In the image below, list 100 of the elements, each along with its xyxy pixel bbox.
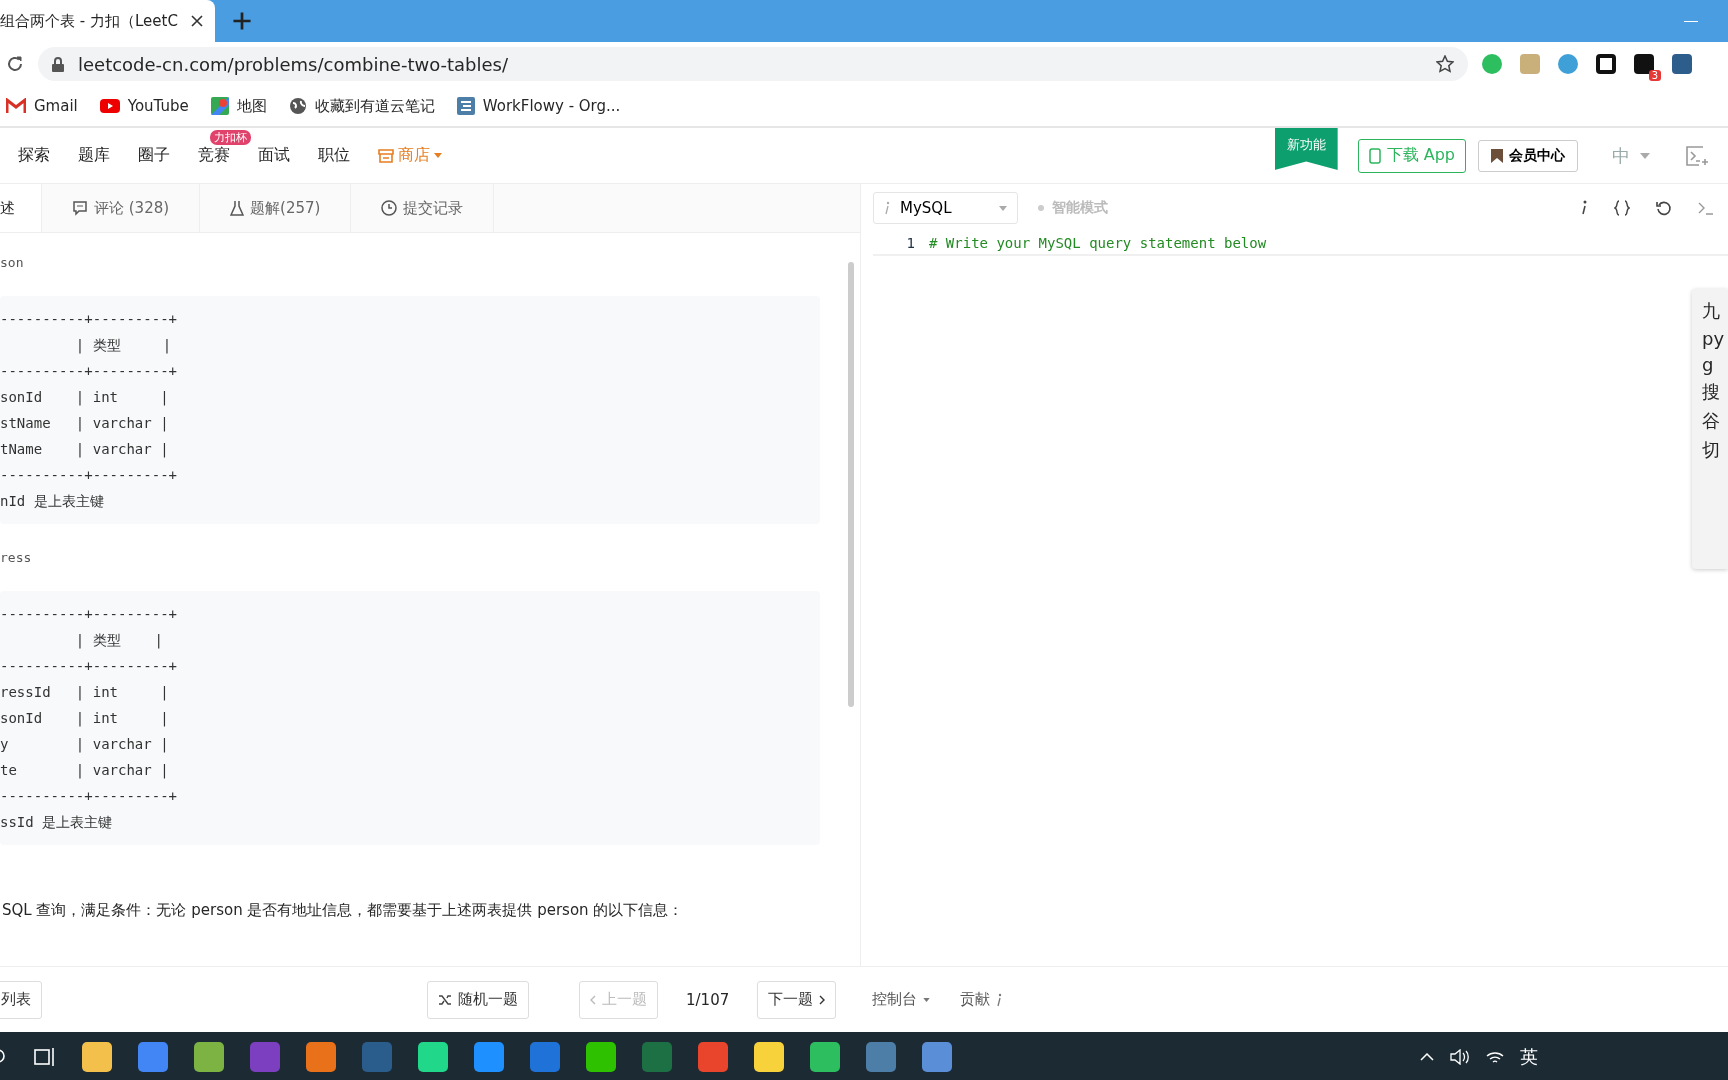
info-icon [884, 201, 890, 215]
clock-icon [381, 200, 398, 216]
bookmark-label[interactable]: 地图 [236, 96, 267, 116]
bookmark-label[interactable]: Gmail [34, 97, 78, 115]
mail-icon [6, 98, 26, 114]
problem-counter: 1/107 [686, 990, 730, 1009]
nav-link[interactable]: 题库 [78, 145, 110, 166]
app-icon[interactable] [306, 1042, 336, 1072]
app-icon[interactable] [922, 1042, 952, 1072]
phone-icon [1368, 147, 1381, 164]
terminal-icon[interactable] [1686, 145, 1710, 166]
table-name: ress [0, 550, 33, 565]
reset-icon[interactable] [1656, 200, 1672, 216]
extension-icon[interactable] [1634, 54, 1654, 74]
minimize-icon[interactable] [1684, 20, 1698, 22]
info-icon [996, 992, 1003, 1007]
app-icon[interactable] [250, 1042, 280, 1072]
panel-text: 谷 [1702, 409, 1721, 433]
app-icon[interactable] [642, 1042, 672, 1072]
shuffle-icon [438, 992, 452, 1007]
speaker-icon[interactable] [1450, 1049, 1470, 1065]
list-icon [456, 97, 475, 115]
code-line: ----------+---------+ [0, 362, 178, 381]
wifi-icon[interactable] [1486, 1049, 1504, 1065]
scrollbar[interactable] [848, 262, 854, 707]
close-icon[interactable] [191, 15, 203, 27]
code-line: ressId | int | [0, 683, 170, 703]
code-line: ----------+---------+ [0, 466, 178, 485]
problem-tab[interactable]: 评论 (328) [42, 184, 201, 232]
braces-icon[interactable] [1614, 200, 1630, 216]
globe-icon [288, 97, 307, 115]
code-line: | 类型 | [74, 631, 164, 651]
code-line: ----------+---------+ [0, 605, 178, 624]
code-line: ssId 是上表主键 [0, 813, 114, 832]
flask-icon [230, 200, 245, 216]
bookmark-label[interactable]: WorkFlowy - Org... [482, 97, 621, 115]
browser-tab[interactable]: 组合两个表 - 力扣（LeetC [0, 0, 215, 42]
contribute-link[interactable]: 贡献 [960, 990, 1003, 1009]
app-icon[interactable] [754, 1042, 784, 1072]
map-pin-icon [210, 97, 229, 115]
nav-link[interactable]: 职位 [318, 145, 350, 166]
bookmark[interactable]: WorkFlowy - Org... [456, 97, 621, 115]
chevron-left-icon [590, 994, 596, 1005]
info-icon[interactable] [1580, 200, 1588, 216]
panel-text: 搜 [1702, 380, 1721, 404]
caret-icon [923, 997, 931, 1002]
bookmark[interactable]: 收藏到有道云笔记 [288, 96, 435, 116]
console-icon[interactable] [1698, 201, 1714, 215]
lock-icon [52, 56, 64, 72]
problem-tab[interactable]: 述 [0, 184, 42, 232]
panel-text: g [1702, 354, 1715, 375]
problem-tab[interactable]: 提交记录 [351, 184, 495, 232]
app-icon[interactable] [586, 1042, 616, 1072]
console-toggle[interactable]: 控制台 [872, 990, 931, 1009]
code-line: te | varchar | [0, 761, 170, 781]
nav-badge: 力扣杯 [210, 130, 251, 145]
problem-tab[interactable]: 题解(257) [200, 184, 352, 232]
panel-text: 切 [1702, 438, 1721, 462]
code-line: ----------+---------+ [0, 657, 178, 676]
bookmark[interactable]: 地图 [210, 96, 267, 116]
app-icon[interactable] [82, 1042, 112, 1072]
reload-icon[interactable] [6, 55, 24, 73]
caret-icon [1640, 152, 1650, 159]
task-view-icon[interactable] [34, 1047, 56, 1067]
nav-link[interactable]: 面试 [258, 145, 290, 166]
chevron-up-icon[interactable] [1420, 1053, 1434, 1061]
nav-link[interactable]: 探索 [18, 145, 50, 166]
language-dropdown[interactable]: MySQL [873, 192, 1018, 224]
bookmark-label[interactable]: 收藏到有道云笔记 [314, 96, 435, 116]
app-icon[interactable] [418, 1042, 448, 1072]
code-line: | 类型 | [74, 336, 173, 356]
nav-link[interactable]: 圈子 [138, 145, 170, 166]
address-bar[interactable]: leetcode-cn.com/problems/combine-two-tables/ [38, 47, 1468, 81]
member-center-button[interactable]: 会员中心 [1478, 139, 1578, 172]
store-icon [378, 148, 394, 163]
extension-icon[interactable] [1596, 54, 1616, 74]
table-name: son [0, 255, 25, 270]
code-line: nId 是上表主键 [0, 492, 105, 511]
code-line: stName | varchar | [0, 414, 170, 434]
app-icon[interactable] [474, 1042, 504, 1072]
caret-icon [999, 205, 1007, 211]
next-button[interactable]: 下一题 [757, 980, 837, 1019]
notification-badge: 3 [1648, 70, 1661, 81]
bookmark[interactable]: YouTube [99, 97, 189, 115]
bookmark-label[interactable]: YouTube [127, 97, 189, 115]
app-icon[interactable] [138, 1042, 168, 1072]
nav-link[interactable]: 竞赛 [198, 145, 230, 166]
star-icon[interactable] [1436, 55, 1454, 73]
chevron-right-icon [819, 994, 826, 1005]
bookmark[interactable]: Gmail [6, 97, 78, 115]
app-icon[interactable] [866, 1042, 896, 1072]
input-method-indicator[interactable]: 英 [1520, 1045, 1538, 1069]
random-button[interactable]: 随机一题 [427, 980, 529, 1019]
app-icon[interactable] [194, 1042, 224, 1072]
dot-icon [1038, 205, 1044, 211]
problem-list-button[interactable]: 列表 [0, 980, 42, 1019]
app-icon[interactable] [810, 1042, 840, 1072]
app-icon[interactable] [698, 1042, 728, 1072]
code-line: sonId | int | [0, 388, 170, 408]
app-icon[interactable] [530, 1042, 560, 1072]
